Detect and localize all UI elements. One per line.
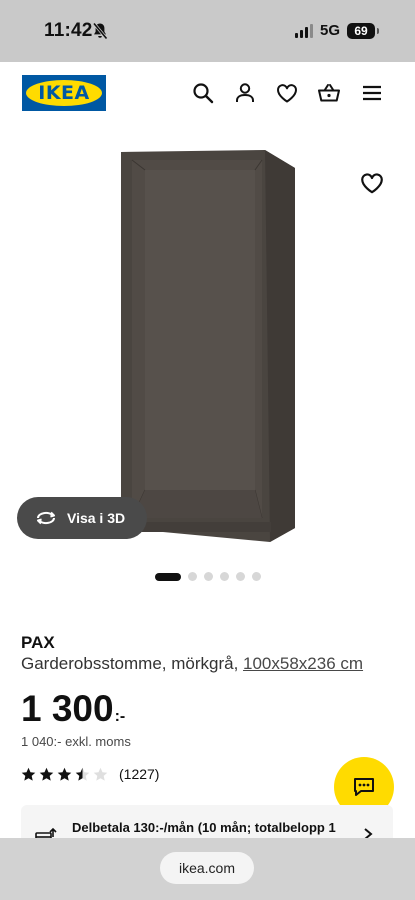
image-carousel-indicator[interactable] — [0, 572, 415, 581]
star-icon — [39, 767, 54, 781]
carousel-dot[interactable] — [203, 572, 213, 581]
search-icon[interactable] — [191, 81, 215, 105]
price-value: 1 300 — [21, 688, 114, 729]
chat-icon — [354, 778, 374, 796]
product-image[interactable] — [0, 130, 415, 550]
network-type: 5G — [319, 22, 340, 39]
heart-icon[interactable] — [275, 81, 299, 105]
add-to-wishlist-heart-icon[interactable] — [358, 170, 386, 196]
carousel-dot[interactable] — [219, 572, 229, 581]
product-rating[interactable]: (1227) — [21, 766, 159, 782]
logo-text: IKEA — [38, 82, 90, 104]
wardrobe-frame-image — [121, 150, 295, 542]
star-icon — [57, 767, 72, 781]
carousel-dot[interactable] — [187, 572, 197, 581]
menu-icon[interactable] — [360, 81, 384, 105]
star-icon — [93, 767, 108, 781]
rotate-3d-icon — [36, 511, 56, 525]
star-icon — [21, 767, 36, 781]
address-bar-url: ikea.com — [178, 860, 236, 876]
price-excl-vat: 1 040:- exkl. moms — [21, 734, 131, 749]
carousel-dot[interactable] — [154, 572, 181, 581]
view-in-3d-button[interactable]: Visa i 3D — [17, 497, 147, 539]
signal-icon — [294, 23, 313, 38]
shopping-basket-icon[interactable] — [317, 81, 341, 105]
price-suffix: :- — [114, 708, 126, 725]
profile-icon[interactable] — [233, 81, 257, 105]
product-brand: PAX — [21, 633, 55, 652]
silent-bell-icon — [92, 22, 108, 40]
installment-text: Delbetala 130:-/mån (10 mån; totalbelopp… — [72, 820, 336, 835]
carousel-dot[interactable] — [251, 572, 261, 581]
carousel-dot[interactable] — [235, 572, 245, 581]
status-bar: 11:42 5G 69 — [0, 0, 415, 62]
status-indicators: 5G 69 — [294, 22, 379, 39]
view-in-3d-label: Visa i 3D — [67, 510, 126, 526]
star-icon — [75, 767, 90, 781]
product-dimensions-link[interactable]: 100x58x236 cm — [243, 654, 363, 673]
address-bar[interactable]: ikea.com — [160, 852, 254, 884]
battery-icon: 69 — [347, 22, 379, 39]
status-time: 11:42 — [44, 20, 93, 41]
ikea-logo[interactable]: IKEA — [22, 75, 106, 111]
battery-level: 69 — [354, 23, 368, 38]
product-price: 1 300:- — [21, 688, 125, 730]
site-header: IKEA — [0, 62, 415, 130]
browser-bottom-bar: ikea.com — [0, 838, 415, 900]
rating-count: (1227) — [119, 766, 160, 782]
product-type: Garderobsstomme, mörkgrå, — [21, 654, 244, 673]
product-description: Garderobsstomme, mörkgrå, 100x58x236 cm — [21, 654, 363, 674]
